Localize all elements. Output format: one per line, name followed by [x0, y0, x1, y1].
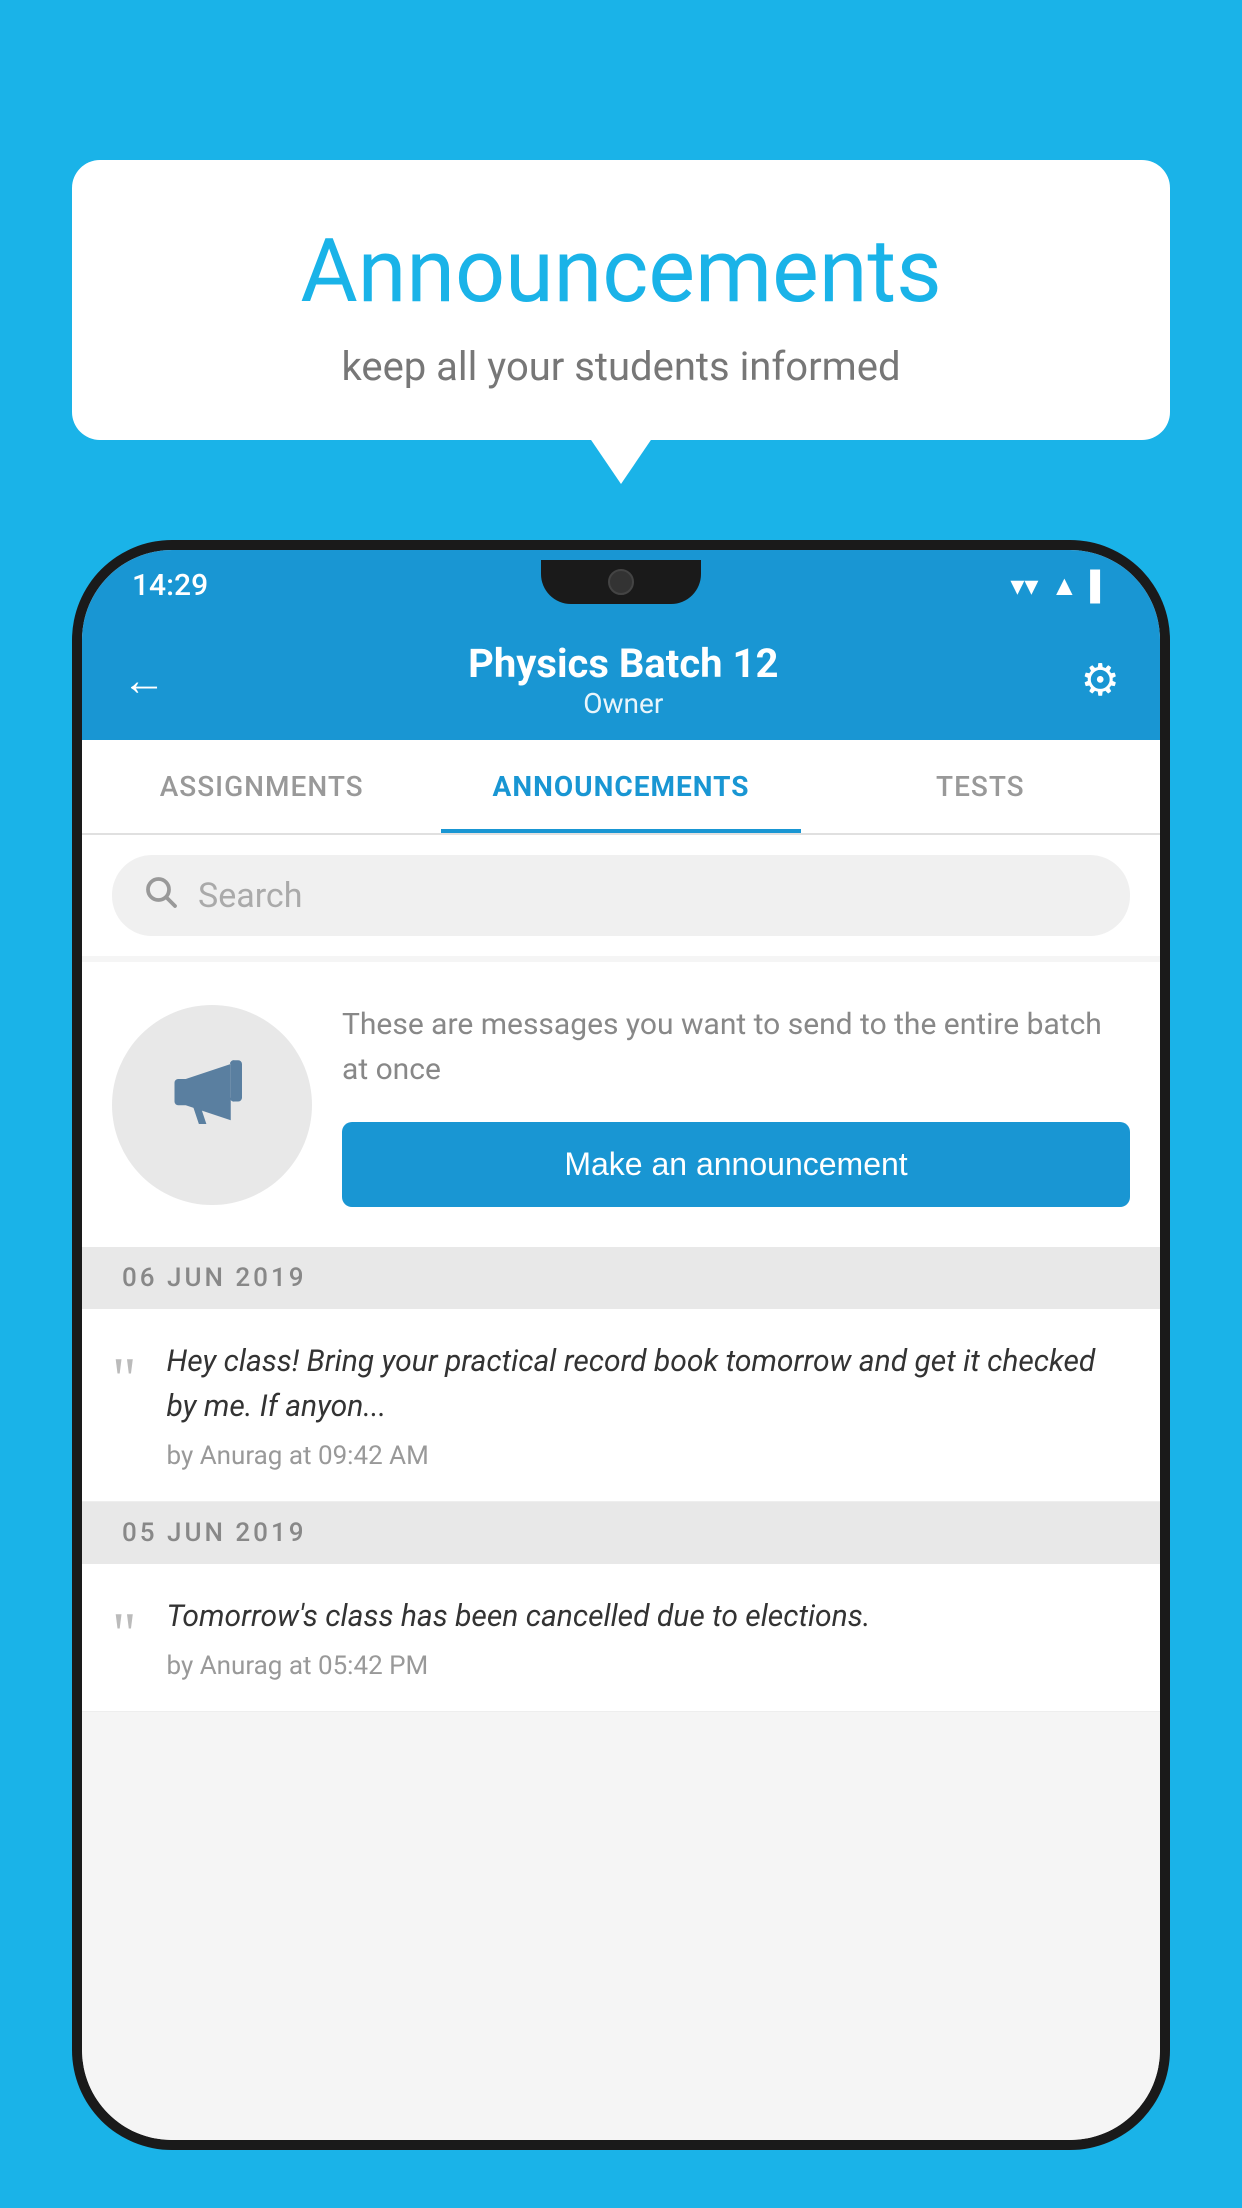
bubble-title: Announcements: [122, 220, 1120, 323]
announcement-content-2: Tomorrow's class has been cancelled due …: [167, 1594, 1131, 1681]
tab-tests[interactable]: TESTS: [801, 740, 1160, 833]
status-time: 14:29: [132, 568, 208, 603]
content-area: Search: [82, 835, 1160, 2140]
battery-icon: ▌: [1090, 569, 1110, 602]
search-icon: [142, 873, 178, 918]
quote-icon-2: ": [112, 1604, 137, 1664]
tabs: ASSIGNMENTS ANNOUNCEMENTS TESTS: [82, 740, 1160, 835]
phone-notch: [541, 560, 701, 604]
phone: 14:29 ▾▾ ▲ ▌ ← Physics Batch 12 Owner ⚙: [72, 540, 1170, 2150]
speech-bubble: Announcements keep all your students inf…: [72, 160, 1170, 440]
tab-announcements[interactable]: ANNOUNCEMENTS: [441, 740, 800, 833]
app-bar-title-area: Physics Batch 12 Owner: [468, 640, 778, 720]
status-icons: ▾▾ ▲ ▌: [1010, 569, 1110, 602]
announcement-item-2[interactable]: " Tomorrow's class has been cancelled du…: [82, 1564, 1160, 1712]
app-bar: ← Physics Batch 12 Owner ⚙: [82, 620, 1160, 740]
date-divider-1: 06 JUN 2019: [82, 1247, 1160, 1309]
back-button[interactable]: ←: [122, 654, 166, 706]
announcement-meta-1: by Anurag at 09:42 AM: [167, 1441, 1131, 1471]
cta-description: These are messages you want to send to t…: [342, 1002, 1130, 1092]
tab-assignments[interactable]: ASSIGNMENTS: [82, 740, 441, 833]
announcement-content-1: Hey class! Bring your practical record b…: [167, 1339, 1131, 1471]
quote-icon-1: ": [112, 1349, 137, 1409]
cta-right: These are messages you want to send to t…: [342, 1002, 1130, 1207]
phone-camera: [608, 569, 634, 595]
announcement-text-1: Hey class! Bring your practical record b…: [167, 1339, 1131, 1429]
megaphone-circle: [112, 1005, 312, 1205]
announcement-item-1[interactable]: " Hey class! Bring your practical record…: [82, 1309, 1160, 1502]
megaphone-icon: [167, 1049, 257, 1161]
signal-icon: ▲: [1050, 569, 1078, 602]
wifi-icon: ▾▾: [1010, 569, 1038, 602]
phone-screen: 14:29 ▾▾ ▲ ▌ ← Physics Batch 12 Owner ⚙: [82, 550, 1160, 2140]
make-announcement-button[interactable]: Make an announcement: [342, 1122, 1130, 1207]
settings-button[interactable]: ⚙: [1081, 654, 1120, 706]
phone-wrapper: 14:29 ▾▾ ▲ ▌ ← Physics Batch 12 Owner ⚙: [72, 540, 1170, 2208]
search-box[interactable]: Search: [112, 855, 1130, 936]
announcement-cta: These are messages you want to send to t…: [82, 962, 1160, 1247]
date-divider-2: 05 JUN 2019: [82, 1502, 1160, 1564]
announcement-meta-2: by Anurag at 05:42 PM: [167, 1651, 1131, 1681]
announcement-text-2: Tomorrow's class has been cancelled due …: [167, 1594, 1131, 1639]
search-placeholder: Search: [198, 876, 302, 916]
search-container: Search: [82, 835, 1160, 956]
app-bar-title: Physics Batch 12: [468, 640, 778, 687]
app-bar-subtitle: Owner: [468, 687, 778, 720]
bubble-subtitle: keep all your students informed: [122, 343, 1120, 390]
